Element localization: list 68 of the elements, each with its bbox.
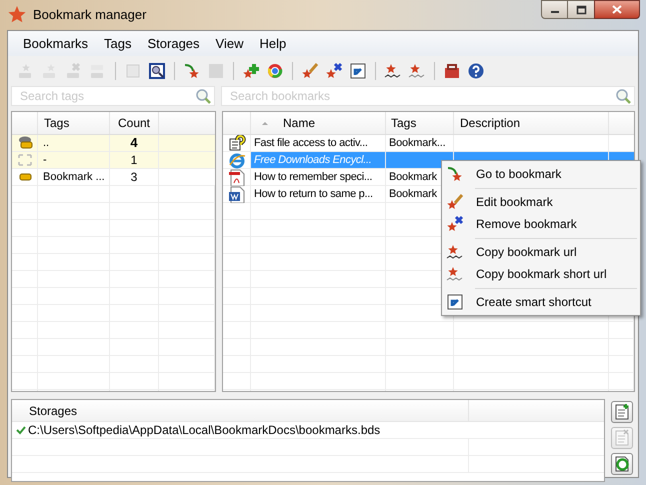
tag-remove-icon [65, 62, 83, 80]
add-storage-icon [613, 403, 631, 421]
star-icon [7, 5, 27, 25]
table-cell: Free Downloads Encycl... [251, 152, 386, 168]
menu-item[interactable]: Storages [140, 34, 207, 54]
menu-item[interactable]: View [208, 34, 250, 54]
go-to-icon [446, 165, 464, 183]
menu-item[interactable]: Tags [97, 34, 138, 54]
table-row[interactable]: Bookmark ... 3 [12, 169, 215, 186]
table-cell: Bookmark... [386, 135, 454, 151]
remove-icon [325, 62, 343, 80]
url-icon [384, 62, 402, 80]
table-cell: 4 [110, 135, 159, 151]
storage-button[interactable] [611, 401, 633, 423]
close-button[interactable] [594, 0, 640, 19]
remove-icon [446, 215, 464, 233]
pdf-icon [228, 168, 246, 186]
short-url-icon [446, 265, 464, 283]
minimize-button[interactable] [541, 0, 568, 19]
menu-item[interactable]: Create smart shortcut [442, 291, 640, 313]
menu-item[interactable]: Remove bookmark [442, 213, 640, 235]
browser-icon [266, 62, 284, 80]
table-cell: How to return to same p... [251, 186, 386, 202]
short-url-icon [408, 62, 426, 80]
search-icon [615, 88, 631, 104]
table-row[interactable]: .. 4 [12, 135, 215, 152]
maximize-icon [576, 4, 586, 14]
close-icon [612, 5, 622, 14]
maximize-button[interactable] [568, 0, 594, 19]
column-header[interactable]: Count [110, 112, 159, 134]
menu-item[interactable]: Bookmarks [16, 34, 96, 54]
go-to-icon [183, 62, 201, 80]
menu-item[interactable]: Help [252, 34, 294, 54]
storage-path[interactable]: C:\Users\Softpedia\AppData\Local\BookmarkDocs\bookmarks.bds [28, 421, 380, 439]
table-cell: 1 [110, 152, 159, 168]
note-icon [228, 134, 246, 152]
search-icon [195, 88, 211, 104]
tag-icon [16, 153, 32, 167]
select-icon [148, 62, 166, 80]
column-header[interactable]: Tags [386, 112, 454, 134]
url-icon [446, 243, 464, 261]
table-cell: How to remember speci... [251, 169, 386, 185]
table-cell: Fast file access to activ... [251, 135, 386, 151]
add-bookmark-icon [242, 62, 260, 80]
sort-icon [261, 120, 269, 126]
edit-icon [301, 62, 319, 80]
column-header[interactable]: Tags [38, 112, 110, 134]
menu-item[interactable]: Copy bookmark short url [442, 263, 640, 285]
column-header[interactable]: Description [454, 112, 609, 134]
shortcut-icon [446, 293, 464, 311]
tag-icon [16, 136, 32, 150]
stop-icon [207, 62, 225, 80]
toolbox-icon [443, 62, 461, 80]
edit-icon [446, 193, 464, 211]
menu-item[interactable]: Copy bookmark url [442, 241, 640, 263]
table-cell: .. [38, 135, 110, 151]
table-cell: 3 [110, 169, 159, 185]
browser-icon [228, 152, 246, 168]
shortcut-icon [349, 62, 367, 80]
help-icon [467, 62, 485, 80]
document-icon [228, 186, 246, 202]
table-cell: Bookmark ... [38, 169, 110, 185]
table-cell: - [38, 152, 110, 168]
column-header[interactable]: Name [251, 112, 386, 134]
table-row[interactable]: - 1 [12, 152, 215, 169]
remove-storage-icon [613, 429, 631, 447]
storage-button[interactable] [611, 453, 633, 475]
window-title: Bookmark manager [33, 6, 146, 24]
